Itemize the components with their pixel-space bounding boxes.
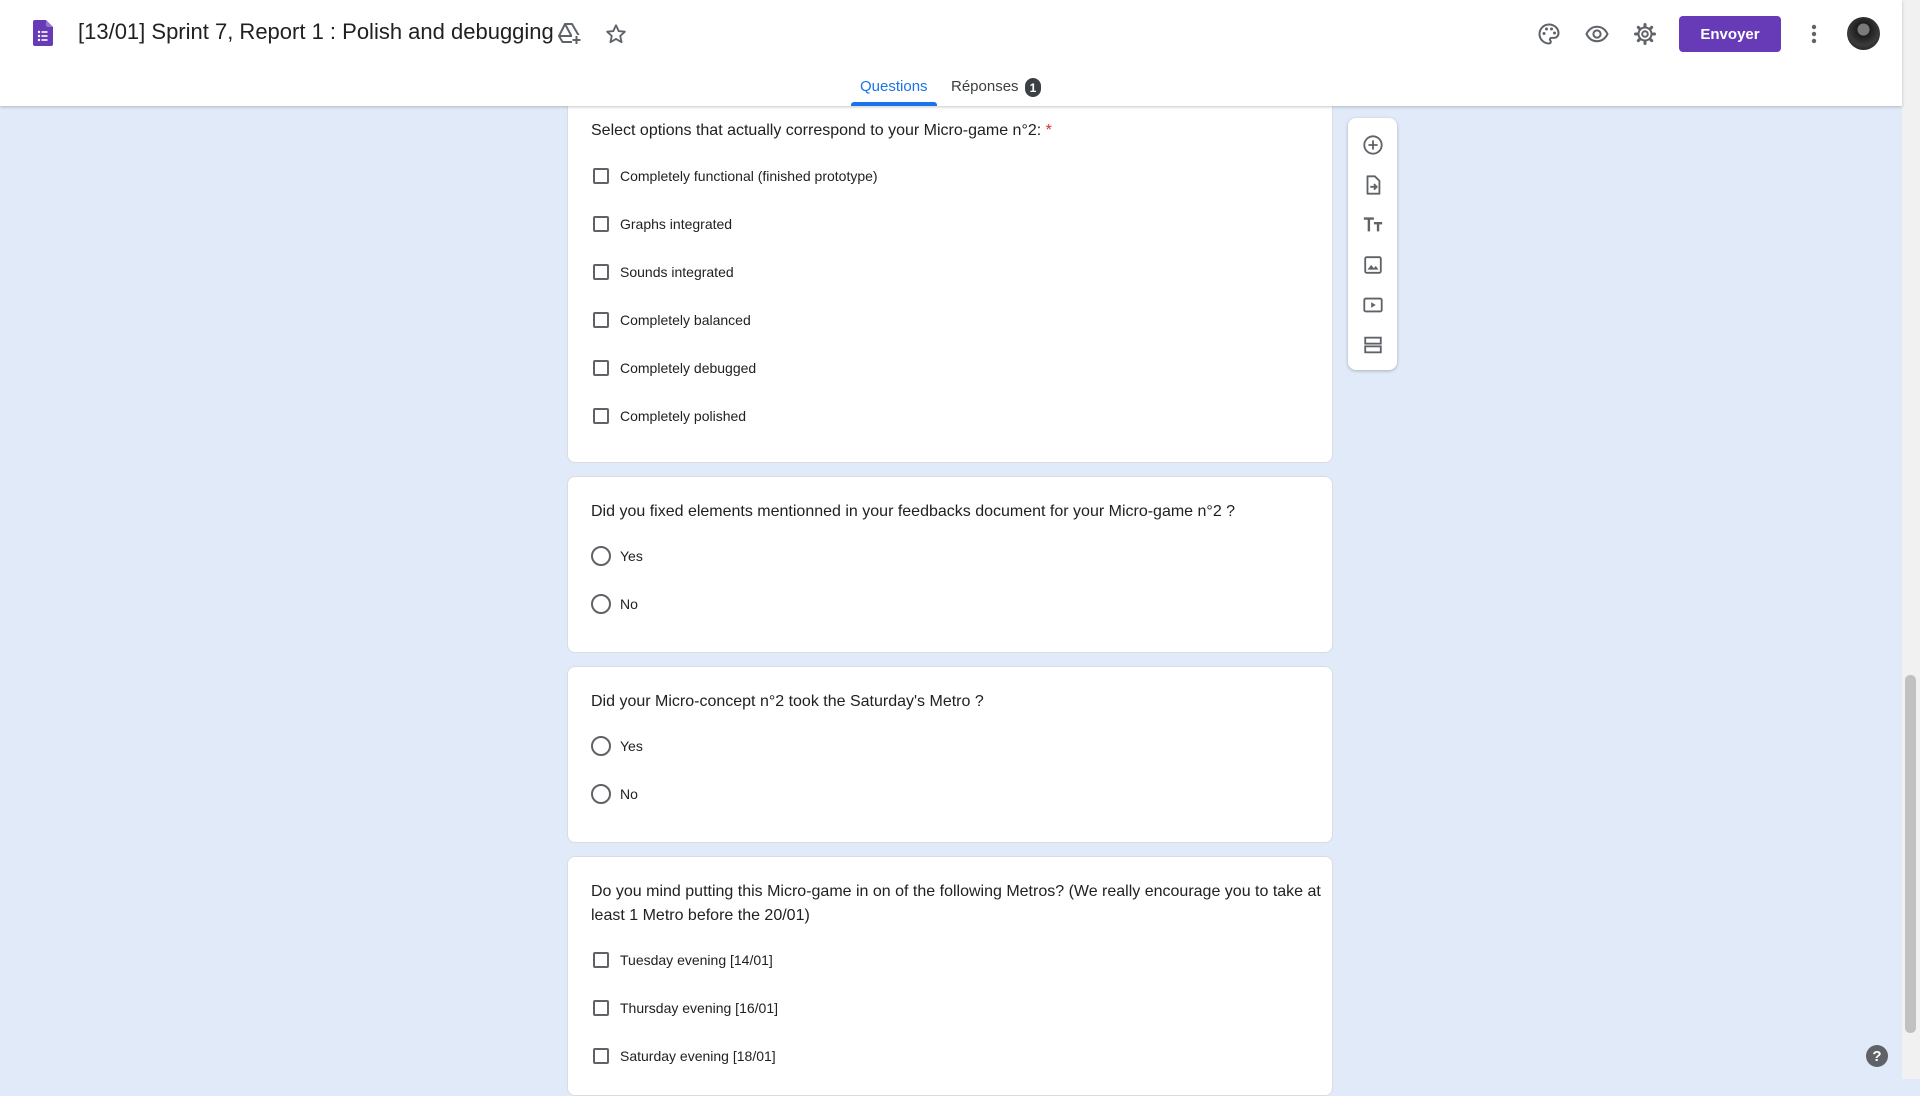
question-card[interactable]: Do you mind putting this Micro-game in o…	[567, 856, 1333, 1096]
checkbox[interactable]	[593, 168, 609, 184]
option-label: Completely polished	[620, 408, 747, 424]
question-text: Select options that actually correspond …	[591, 122, 1042, 139]
checkbox[interactable]	[593, 952, 609, 968]
option-label: Thursday evening [16/01]	[620, 1000, 778, 1016]
question-card[interactable]: Did you fixed elements mentionned in you…	[567, 476, 1333, 653]
responses-count-badge: 1	[1025, 78, 1041, 97]
checkbox[interactable]	[593, 216, 609, 232]
active-tab-indicator	[851, 102, 937, 106]
radio-button[interactable]	[591, 546, 611, 566]
top-bar: [13/01] Sprint 7, Report 1 : Polish and …	[0, 0, 1902, 106]
checkbox-option[interactable]: Tuesday evening [14/01]	[591, 948, 773, 972]
option-label: Tuesday evening [14/01]	[620, 952, 773, 968]
add-image-icon[interactable]	[1359, 251, 1387, 279]
eye-icon[interactable]	[1583, 20, 1611, 48]
import-questions-icon[interactable]	[1359, 171, 1387, 199]
option-label: Saturday evening [18/01]	[620, 1048, 776, 1064]
question-text: Do you mind putting this Micro-game in o…	[591, 883, 1321, 924]
option-label: Yes	[620, 548, 643, 564]
checkbox-option[interactable]: Saturday evening [18/01]	[591, 1044, 776, 1068]
add-section-icon[interactable]	[1359, 331, 1387, 359]
help-icon[interactable]: ?	[1866, 1045, 1888, 1067]
radio-option[interactable]: No	[591, 592, 638, 616]
tab-responses[interactable]: Réponses	[951, 78, 1019, 95]
option-label: Completely functional (finished prototyp…	[620, 168, 878, 184]
checkbox-option[interactable]: Graphs integrated	[591, 212, 732, 236]
question-text: Did you fixed elements mentionned in you…	[591, 503, 1236, 520]
drive-add-icon[interactable]	[555, 20, 583, 48]
add-video-icon[interactable]	[1359, 291, 1387, 319]
question-text: Did your Micro-concept n°2 took the Satu…	[591, 693, 984, 710]
checkbox-option[interactable]: Completely debugged	[591, 356, 756, 380]
checkbox[interactable]	[593, 264, 609, 280]
option-label: No	[620, 786, 638, 802]
checkbox-option[interactable]: Completely polished	[591, 404, 746, 428]
radio-option[interactable]: Yes	[591, 544, 643, 568]
add-question-icon[interactable]	[1359, 131, 1387, 159]
checkbox-option[interactable]: Completely balanced	[591, 308, 751, 332]
forms-doc-icon[interactable]	[33, 20, 53, 46]
radio-button[interactable]	[591, 736, 611, 756]
question-card[interactable]: Select options that actually correspond …	[567, 96, 1333, 463]
checkbox-option[interactable]: Sounds integrated	[591, 260, 734, 284]
option-label: Yes	[620, 738, 643, 754]
send-button[interactable]: Envoyer	[1679, 16, 1781, 52]
radio-button[interactable]	[591, 784, 611, 804]
question-title: Select options that actually correspond …	[591, 119, 1326, 143]
palette-icon[interactable]	[1535, 20, 1563, 48]
form-title[interactable]: [13/01] Sprint 7, Report 1 : Polish and …	[78, 19, 554, 45]
add-title-icon[interactable]	[1359, 211, 1387, 239]
checkbox-option[interactable]: Completely functional (finished prototyp…	[591, 164, 878, 188]
checkbox[interactable]	[593, 1000, 609, 1016]
star-icon[interactable]	[602, 20, 630, 48]
option-label: Completely debugged	[620, 360, 757, 376]
option-label: Graphs integrated	[620, 216, 733, 232]
option-label: Sounds integrated	[620, 264, 734, 280]
checkbox[interactable]	[593, 360, 609, 376]
option-label: Completely balanced	[620, 312, 751, 328]
tab-questions[interactable]: Questions	[860, 78, 928, 95]
radio-button[interactable]	[591, 594, 611, 614]
checkbox[interactable]	[593, 312, 609, 328]
avatar[interactable]	[1847, 17, 1880, 50]
option-label: No	[620, 596, 638, 612]
scrollbar-thumb[interactable]	[1905, 675, 1916, 1033]
floating-toolbar	[1348, 118, 1397, 370]
gear-icon[interactable]	[1631, 20, 1659, 48]
radio-option[interactable]: No	[591, 782, 638, 806]
checkbox[interactable]	[593, 408, 609, 424]
checkbox-option[interactable]: Thursday evening [16/01]	[591, 996, 778, 1020]
required-marker: *	[1045, 122, 1052, 139]
checkbox[interactable]	[593, 1048, 609, 1064]
more-vert-icon[interactable]	[1802, 20, 1826, 48]
radio-option[interactable]: Yes	[591, 734, 643, 758]
question-card[interactable]: Did your Micro-concept n°2 took the Satu…	[567, 666, 1333, 843]
